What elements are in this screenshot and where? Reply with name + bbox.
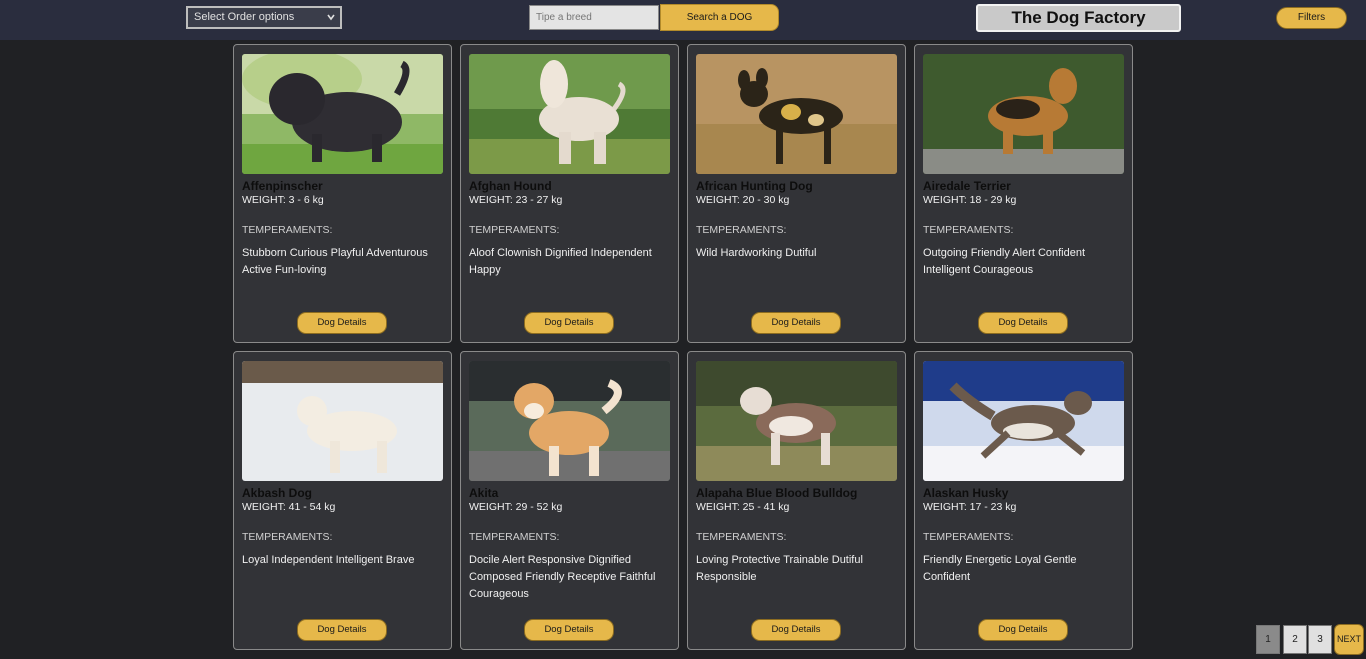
dog-name: Alapaha Blue Blood Bulldog: [696, 486, 858, 500]
temperaments-label: TEMPERAMENTS:: [696, 224, 787, 236]
dog-name: Airedale Terrier: [923, 179, 1011, 193]
dog-card: Alaskan Husky WEIGHT: 17 - 23 kg TEMPERA…: [914, 351, 1133, 650]
dog-photo: [696, 54, 897, 174]
temperaments-text: Stubborn Curious Playful Adventurous Act…: [242, 247, 428, 276]
dog-details-button[interactable]: Dog Details: [978, 312, 1068, 334]
dog-weight: WEIGHT: 29 - 52 kg: [469, 501, 563, 513]
dog-details-button[interactable]: Dog Details: [751, 312, 841, 334]
dog-name: Akita: [469, 486, 499, 500]
dog-card: Airedale Terrier WEIGHT: 18 - 29 kg TEMP…: [914, 44, 1133, 343]
dog-name: Alaskan Husky: [923, 486, 1009, 500]
search-button[interactable]: Search a DOG: [660, 4, 779, 31]
dog-photo: [469, 361, 670, 481]
temperaments-label: TEMPERAMENTS:: [242, 531, 333, 543]
dog-name: Afghan Hound: [469, 179, 552, 193]
search-placeholder: Tipe a breed: [536, 12, 592, 23]
dog-card: Akita WEIGHT: 29 - 52 kg TEMPERAMENTS: D…: [460, 351, 679, 650]
dog-card: Afghan Hound WEIGHT: 23 - 27 kg TEMPERAM…: [460, 44, 679, 343]
temperaments-label: TEMPERAMENTS:: [469, 531, 560, 543]
order-select-value: Select Order options: [194, 11, 295, 23]
dog-card: Alapaha Blue Blood Bulldog WEIGHT: 25 - …: [687, 351, 906, 650]
dog-details-button[interactable]: Dog Details: [297, 312, 387, 334]
temperaments-label: TEMPERAMENTS:: [923, 531, 1014, 543]
dog-weight: WEIGHT: 17 - 23 kg: [923, 501, 1017, 513]
temperaments-label: TEMPERAMENTS:: [696, 531, 787, 543]
dog-name: Akbash Dog: [242, 486, 313, 500]
dog-details-button[interactable]: Dog Details: [524, 312, 614, 334]
dog-details-button[interactable]: Dog Details: [978, 619, 1068, 641]
temperaments-label: TEMPERAMENTS:: [923, 224, 1014, 236]
temperaments-text: Wild Hardworking Dutiful: [696, 247, 817, 259]
dog-weight: WEIGHT: 23 - 27 kg: [469, 194, 563, 206]
temperaments-label: TEMPERAMENTS:: [469, 224, 560, 236]
temperaments-text: Outgoing Friendly Alert Confident Intell…: [923, 247, 1086, 276]
temperaments-label: TEMPERAMENTS:: [242, 224, 333, 236]
dog-photo: [923, 54, 1124, 174]
temperaments-text: Docile Alert Responsive Dignified Compos…: [469, 554, 656, 600]
dog-card: Affenpinscher WEIGHT: 3 - 6 kg TEMPERAME…: [233, 44, 452, 343]
dog-weight: WEIGHT: 3 - 6 kg: [242, 194, 324, 206]
dog-card: African Hunting Dog WEIGHT: 20 - 30 kg T…: [687, 44, 906, 343]
dog-name: African Hunting Dog: [696, 179, 813, 193]
dog-weight: WEIGHT: 18 - 29 kg: [923, 194, 1017, 206]
temperaments-text: Loyal Independent Intelligent Brave: [242, 554, 415, 566]
dog-details-button[interactable]: Dog Details: [751, 619, 841, 641]
dog-photo: [696, 361, 897, 481]
temperaments-text: Friendly Energetic Loyal Gentle Confiden…: [923, 554, 1077, 583]
dog-weight: WEIGHT: 41 - 54 kg: [242, 501, 336, 513]
dog-photo: [242, 54, 443, 174]
dog-weight: WEIGHT: 25 - 41 kg: [696, 501, 790, 513]
dog-card: Akbash Dog WEIGHT: 41 - 54 kg TEMPERAMEN…: [233, 351, 452, 650]
page-3-button[interactable]: 3: [1308, 625, 1332, 654]
dog-name: Affenpinscher: [242, 179, 323, 193]
dog-photo: [469, 54, 670, 174]
brand-title: The Dog Factory: [976, 4, 1181, 32]
dog-photo: [923, 361, 1124, 481]
temperaments-text: Aloof Clownish Dignified Independent Hap…: [469, 247, 652, 276]
search-input[interactable]: Tipe a breed: [529, 5, 659, 30]
dog-photo: [242, 361, 443, 481]
dog-weight: WEIGHT: 20 - 30 kg: [696, 194, 790, 206]
dog-details-button[interactable]: Dog Details: [524, 619, 614, 641]
top-bar: Select Order options Tipe a breed Search…: [0, 0, 1366, 40]
order-select[interactable]: Select Order options: [186, 6, 342, 29]
next-page-button[interactable]: NEXT: [1334, 624, 1364, 655]
page-2-button[interactable]: 2: [1283, 625, 1307, 654]
filters-button[interactable]: Filters: [1276, 7, 1347, 29]
dog-details-button[interactable]: Dog Details: [297, 619, 387, 641]
temperaments-text: Loving Protective Trainable Dutiful Resp…: [696, 554, 863, 583]
chevron-down-icon: [327, 14, 335, 21]
page-1-button[interactable]: 1: [1256, 625, 1280, 654]
